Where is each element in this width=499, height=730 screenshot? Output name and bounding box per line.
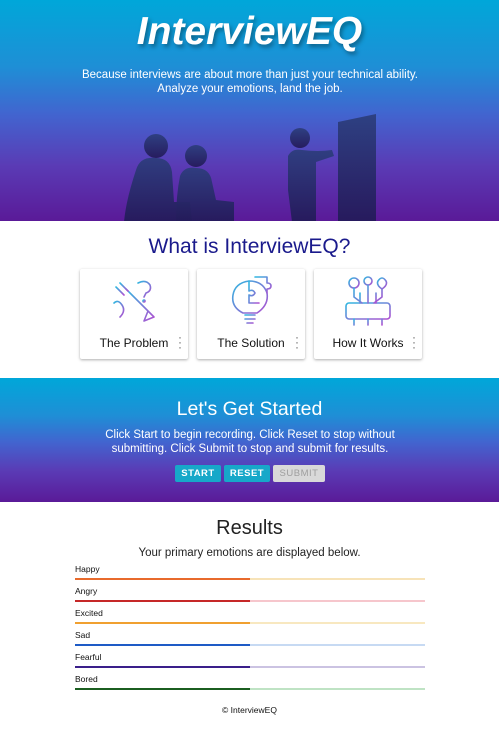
emotion-bar bbox=[75, 622, 250, 624]
emotion-label: Angry bbox=[75, 586, 98, 596]
emotion-bar bbox=[75, 644, 250, 646]
submit-button[interactable]: SUBMIT bbox=[273, 465, 325, 482]
emotion-label: Sad bbox=[75, 630, 91, 640]
tagline-line-2: Analyze your emotions, land the job. bbox=[157, 82, 343, 95]
emotion-row-angry: Angry bbox=[75, 586, 425, 602]
app-title: InterviewEQ bbox=[136, 10, 363, 53]
more-vert-icon[interactable]: · · · bbox=[411, 331, 417, 353]
what-is-section: What is InterviewEQ? The Problem · · · T… bbox=[0, 221, 499, 378]
interview-silhouette-illustration bbox=[124, 114, 376, 221]
what-heading: What is InterviewEQ? bbox=[148, 235, 351, 258]
card-label: The Problem bbox=[99, 336, 169, 350]
card-the-solution[interactable]: The Solution · · · bbox=[197, 269, 305, 359]
hero-banner: InterviewEQ Because interviews are about… bbox=[0, 0, 499, 221]
reset-button[interactable]: RESET bbox=[224, 465, 270, 482]
start-instructions: Click Start to begin recording. Click Re… bbox=[105, 429, 395, 455]
card-label: The Solution bbox=[217, 336, 285, 350]
get-started-section: Let's Get Started Click Start to begin r… bbox=[0, 378, 499, 502]
card-the-problem[interactable]: The Problem · · · bbox=[80, 269, 188, 359]
results-heading: Results bbox=[216, 517, 283, 539]
card-label: How It Works bbox=[332, 336, 404, 350]
pen-question-icon bbox=[111, 280, 155, 322]
emotion-row-bored: Bored bbox=[75, 674, 425, 690]
emotion-row-happy: Happy bbox=[75, 564, 425, 580]
tagline-line-1: Because interviews are about more than j… bbox=[81, 69, 418, 81]
more-vert-icon[interactable]: · · · bbox=[294, 331, 300, 353]
emotion-bar bbox=[75, 578, 250, 580]
emotion-label: Bored bbox=[75, 674, 98, 684]
results-subtitle: Your primary emotions are displayed belo… bbox=[138, 547, 361, 559]
card-how-it-works[interactable]: How It Works · · · bbox=[314, 269, 422, 359]
emotion-bar bbox=[75, 688, 250, 690]
footer-copyright: © InterviewEQ bbox=[222, 705, 277, 715]
emotion-label: Happy bbox=[75, 564, 100, 574]
more-vert-icon[interactable]: · · · bbox=[177, 331, 183, 353]
emotion-row-excited: Excited bbox=[75, 608, 425, 624]
emotion-row-fearful: Fearful bbox=[75, 652, 425, 668]
start-heading: Let's Get Started bbox=[176, 398, 323, 420]
emotion-label: Excited bbox=[75, 608, 103, 618]
circuit-icon bbox=[345, 276, 391, 326]
emotion-label: Fearful bbox=[75, 652, 102, 662]
results-section: Results Your primary emotions are displa… bbox=[0, 502, 499, 730]
puzzle-bulb-icon bbox=[231, 276, 272, 324]
emotion-row-sad: Sad bbox=[75, 630, 425, 646]
emotion-bar bbox=[75, 600, 250, 602]
start-button[interactable]: START bbox=[175, 465, 221, 482]
tagline: Because interviews are about more than j… bbox=[80, 69, 420, 96]
emotion-bar bbox=[75, 666, 250, 668]
